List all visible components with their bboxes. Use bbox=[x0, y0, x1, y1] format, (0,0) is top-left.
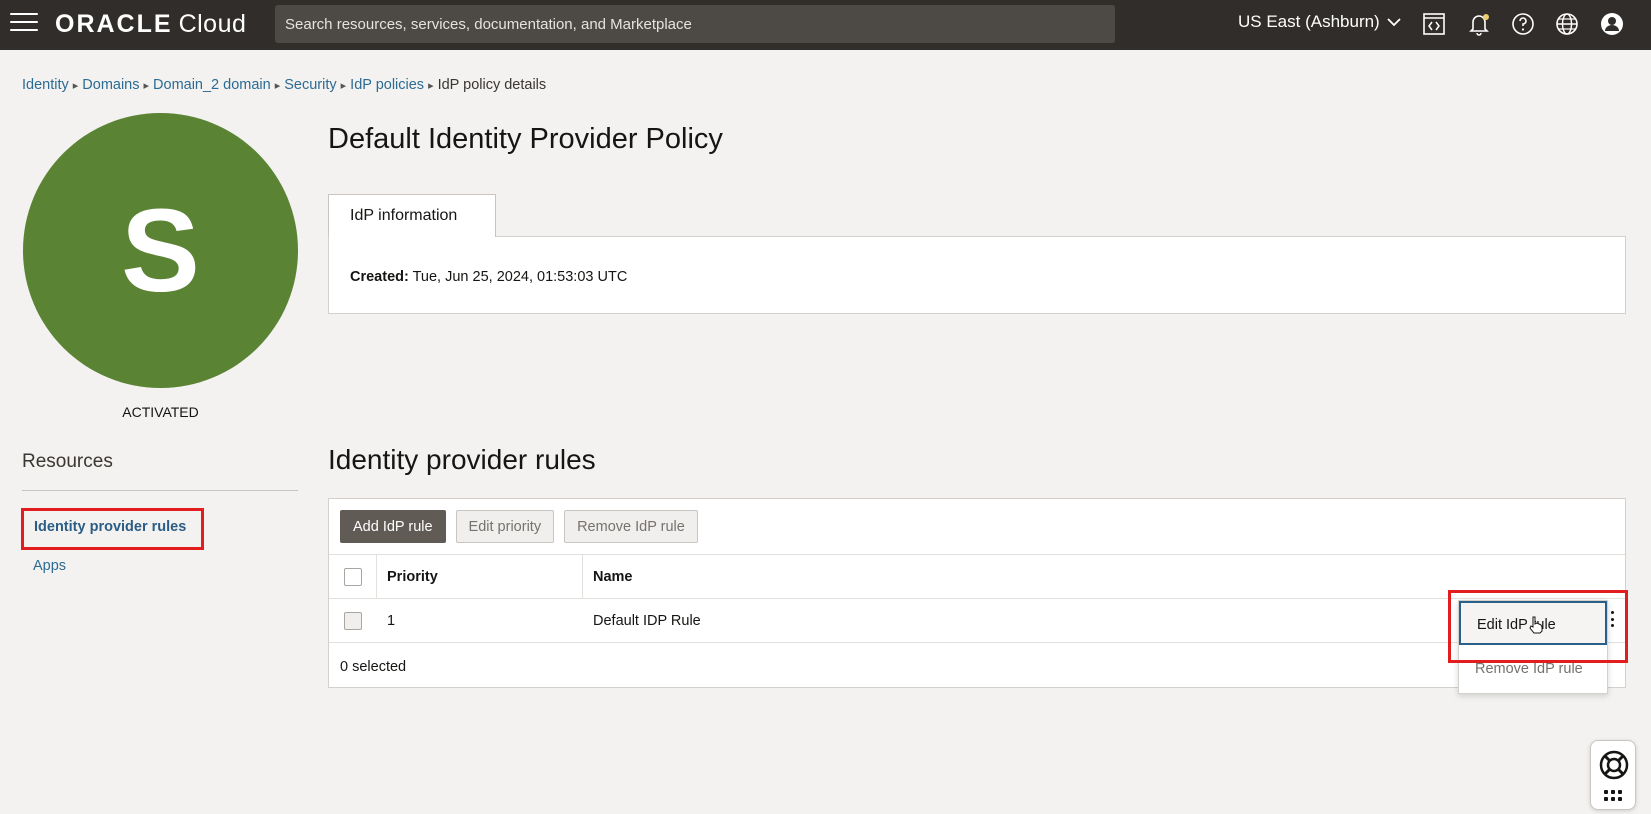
avatar-letter: S bbox=[121, 184, 200, 317]
breadcrumb-separator: ▸ bbox=[72, 80, 79, 92]
resource-item-identity-provider-rules[interactable]: Identity provider rules bbox=[21, 508, 204, 550]
add-idp-rule-button[interactable]: Add IdP rule bbox=[340, 510, 446, 543]
logo-product: Cloud bbox=[178, 10, 247, 38]
rules-section-title: Identity provider rules bbox=[328, 444, 596, 475]
selected-count: 0 selected bbox=[340, 659, 407, 675]
oracle-cloud-logo[interactable]: ORACLE Cloud bbox=[55, 10, 246, 39]
breadcrumb-separator: ▸ bbox=[428, 80, 434, 92]
breadcrumb-identity[interactable]: Identity bbox=[22, 77, 69, 93]
chevron-down-icon bbox=[1387, 18, 1401, 27]
created-label: Created: bbox=[350, 269, 409, 285]
menu-item-edit-idp-rule[interactable]: Edit IdP rule bbox=[1459, 601, 1607, 645]
user-icon[interactable] bbox=[1598, 10, 1626, 38]
globe-icon[interactable] bbox=[1553, 10, 1581, 38]
grid-dots-icon bbox=[1604, 790, 1624, 801]
idp-information-panel: Created: Tue, Jun 25, 2024, 01:53:03 UTC bbox=[328, 236, 1626, 314]
avatar: S bbox=[23, 113, 298, 388]
resources-heading: Resources bbox=[22, 451, 113, 472]
region-selector[interactable]: US East (Ashburn) bbox=[1238, 12, 1402, 32]
menu-icon[interactable] bbox=[10, 13, 38, 35]
page-title: Default Identity Provider Policy bbox=[328, 123, 723, 155]
remove-idp-rule-button[interactable]: Remove IdP rule bbox=[564, 510, 698, 543]
lifebuoy-icon bbox=[1599, 750, 1629, 780]
breadcrumb-domain-2[interactable]: Domain_2 domain bbox=[153, 77, 271, 93]
logo-brand: ORACLE bbox=[55, 10, 173, 38]
resource-item-apps[interactable]: Apps bbox=[33, 558, 66, 574]
breadcrumb: Identity ▸ Domains ▸ Domain_2 domain ▸ Securit… bbox=[22, 77, 546, 93]
status-badge: ACTIVATED bbox=[122, 404, 199, 420]
rules-table-panel: Add IdP rule Edit priority Remove IdP ru… bbox=[328, 498, 1626, 688]
breadcrumb-idp-policies[interactable]: IdP policies bbox=[350, 77, 424, 93]
column-separator bbox=[582, 555, 583, 599]
breadcrumb-current: IdP policy details bbox=[437, 77, 547, 93]
table-row: 1 Default IDP Rule bbox=[329, 599, 1625, 643]
breadcrumb-separator: ▸ bbox=[274, 80, 281, 92]
row-checkbox[interactable] bbox=[344, 612, 362, 630]
rules-toolbar: Add IdP rule Edit priority Remove IdP ru… bbox=[340, 510, 698, 543]
table-header: Priority Name bbox=[329, 554, 1625, 599]
help-icon[interactable] bbox=[1509, 10, 1537, 38]
tab-idp-information[interactable]: IdP information bbox=[328, 194, 496, 237]
help-widget-button[interactable] bbox=[1590, 740, 1636, 810]
bell-icon[interactable] bbox=[1465, 10, 1493, 38]
search-input[interactable] bbox=[275, 5, 1115, 43]
breadcrumb-separator: ▸ bbox=[340, 80, 347, 92]
top-navigation-bar: ORACLECloud US East (Ashburn) bbox=[0, 0, 1651, 50]
select-all-checkbox[interactable] bbox=[344, 568, 362, 586]
column-header-name[interactable]: Name bbox=[593, 569, 633, 585]
column-header-priority[interactable]: Priority bbox=[387, 569, 438, 585]
breadcrumb-domains[interactable]: Domains bbox=[82, 77, 139, 93]
resources-divider bbox=[22, 490, 298, 491]
breadcrumb-separator: ▸ bbox=[143, 80, 150, 92]
row-action-menu: Edit IdP rule Remove IdP rule bbox=[1458, 600, 1608, 694]
row-name: Default IDP Rule bbox=[593, 613, 701, 629]
code-editor-icon[interactable] bbox=[1420, 10, 1448, 38]
breadcrumb-security[interactable]: Security bbox=[284, 77, 336, 93]
edit-priority-button[interactable]: Edit priority bbox=[455, 510, 555, 543]
kebab-menu-icon[interactable] bbox=[1605, 608, 1619, 630]
region-label: US East (Ashburn) bbox=[1238, 12, 1380, 31]
row-priority: 1 bbox=[387, 613, 396, 629]
created-value: Tue, Jun 25, 2024, 01:53:03 UTC bbox=[412, 269, 628, 285]
menu-item-remove-idp-rule[interactable]: Remove IdP rule bbox=[1459, 647, 1607, 691]
created-field: Created: Tue, Jun 25, 2024, 01:53:03 UTC bbox=[350, 269, 627, 285]
column-separator bbox=[376, 555, 377, 599]
